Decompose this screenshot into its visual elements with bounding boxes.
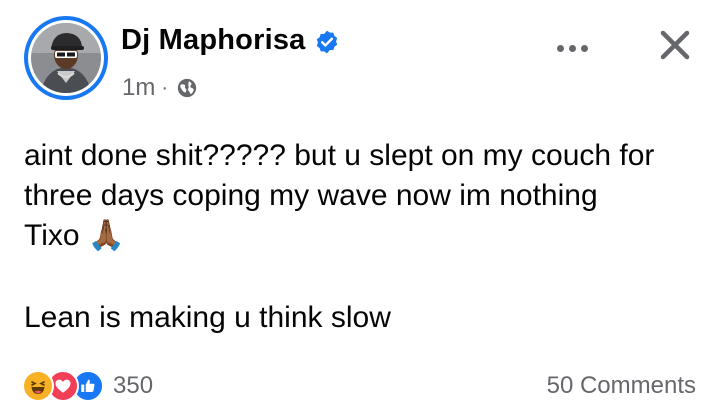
post-header: Dj Maphorisa 1m · xyxy=(24,16,700,112)
post-footer: 350 50 Comments xyxy=(22,366,696,406)
close-button[interactable] xyxy=(650,20,700,70)
avatar-image xyxy=(31,23,101,93)
reaction-count: 350 xyxy=(113,372,154,399)
facebook-post: Dj Maphorisa 1m · aint done shit????? bu… xyxy=(0,0,720,418)
post-meta: 1m · xyxy=(122,74,198,102)
post-text-line: aint done shit????? but u slept on my co… xyxy=(24,139,655,172)
reactions-summary[interactable]: 350 xyxy=(22,370,153,402)
globe-icon[interactable] xyxy=(176,77,198,99)
close-icon xyxy=(660,30,690,60)
post-text-line: Tixo 🙏🏾 xyxy=(24,219,126,252)
post-text-line: three days coping my wave now im nothing xyxy=(24,179,598,212)
paragraph-break xyxy=(24,256,704,298)
author-name[interactable]: Dj Maphorisa xyxy=(121,24,306,57)
avatar-border xyxy=(28,20,104,96)
post-text-line: Lean is making u think slow xyxy=(24,301,391,334)
more-horizontal-icon xyxy=(556,44,588,52)
verified-badge-icon xyxy=(316,30,337,53)
author-row: Dj Maphorisa xyxy=(121,24,340,57)
avatar[interactable] xyxy=(24,16,108,100)
comments-link[interactable]: 50 Comments xyxy=(547,372,696,400)
post-timestamp[interactable]: 1m xyxy=(122,74,155,102)
haha-reaction-icon xyxy=(22,370,54,402)
meta-separator: · xyxy=(161,76,169,99)
more-options-button[interactable] xyxy=(548,28,596,68)
post-text: aint done shit????? but u slept on my co… xyxy=(24,136,704,338)
